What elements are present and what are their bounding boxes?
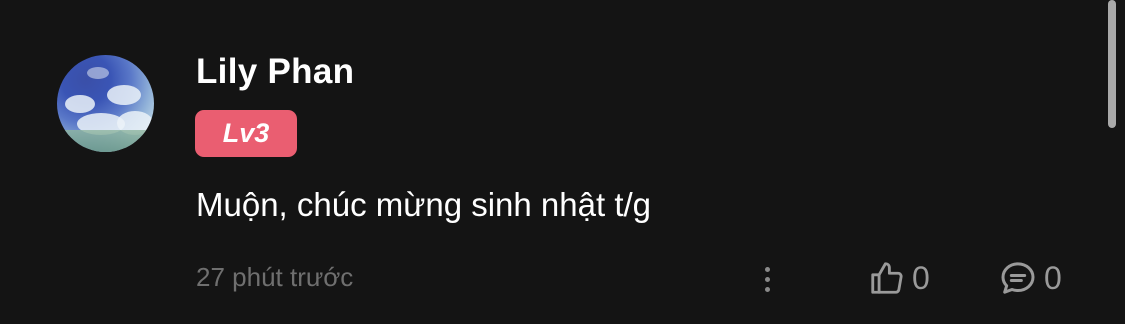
like-button[interactable]: 0 [868, 256, 930, 300]
more-vertical-icon-dot [764, 286, 770, 292]
avatar[interactable] [57, 55, 154, 152]
thumbs-up-icon [871, 262, 903, 294]
comment-item: Lily Phan Lv3 Muộn, chúc mừng sinh nhật … [0, 0, 1125, 324]
more-vertical-icon [764, 266, 770, 272]
scrollbar[interactable] [1108, 0, 1116, 128]
comment-text: Muộn, chúc mừng sinh nhật t/g [196, 186, 652, 223]
comment-bubble-icon [1001, 262, 1035, 294]
level-badge: Lv3 [195, 110, 297, 157]
more-vertical-icon-dot [764, 276, 770, 282]
username[interactable]: Lily Phan [196, 52, 354, 92]
like-count: 0 [912, 259, 930, 296]
timestamp: 27 phút trước [196, 262, 354, 292]
reply-button[interactable]: 0 [998, 256, 1062, 300]
more-options-button[interactable] [752, 258, 782, 300]
reply-count: 0 [1044, 259, 1062, 296]
